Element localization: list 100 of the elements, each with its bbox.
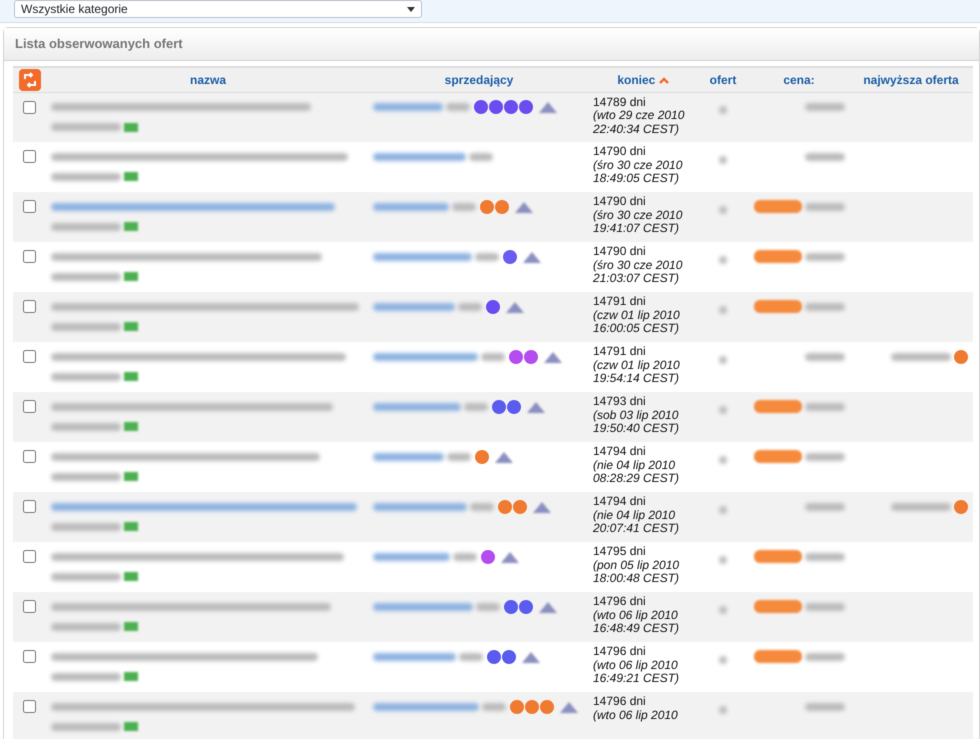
blurred-text [51,622,121,631]
blurred-text [453,552,478,561]
end-date: (czw 01 lip 2010 [593,358,681,372]
user-icon [520,650,542,664]
end-date: (wto 06 lip 2010 [593,608,679,622]
blurred-text [890,352,951,361]
time-left: 14796 dni [593,594,646,608]
end-date: (wto 29 cze 2010 [593,109,686,122]
time-left: 14789 dni [593,94,646,108]
shipping-icon [124,572,138,582]
end-date: (nie 04 lip 2010 [593,508,676,522]
column-header[interactable]: nazwa [190,72,226,86]
blurred-text [805,602,845,611]
blurred-text [805,652,845,661]
end-date: (sob 03 lip 2010 [593,408,680,422]
blurred-text [373,452,444,461]
row-checkbox[interactable] [23,150,36,163]
refresh-icon[interactable] [19,68,41,90]
blurred-text [476,602,500,611]
shipping-icon [124,372,138,382]
blurred-text [805,702,845,711]
end-date: (wto 06 lip 2010 [593,708,679,722]
user-icon [493,450,516,464]
blurred-text [51,722,121,731]
end-time: 16:48:49 CEST) [593,622,680,636]
category-select[interactable]: Wszystkie kategorie [14,0,422,18]
blurred-text [719,706,727,714]
shipping-icon [124,522,138,532]
user-icon [499,550,522,564]
time-left: 14790 dni [593,144,646,158]
time-left: 14791 dni [593,294,646,308]
column-header[interactable]: cena: [783,72,815,86]
blurred-text [51,222,121,231]
blurred-text [51,572,121,581]
dropdown-caret-icon [407,6,415,12]
blurred-text [805,552,845,561]
blurred-text [805,202,845,211]
row-checkbox[interactable] [23,400,36,413]
blurred-text [469,152,494,161]
row-checkbox[interactable] [23,250,36,263]
row-checkbox[interactable] [23,450,36,463]
shipping-icon [124,622,138,632]
time-left: 14796 dni [593,694,646,708]
blurred-text [719,606,727,614]
blurred-text [719,156,727,164]
user-icon [542,350,564,364]
blurred-text [805,252,845,261]
user-icon [525,400,548,414]
shipping-icon [124,272,138,282]
blurred-text [482,702,506,711]
row-checkbox[interactable] [23,200,36,213]
blurred-text [719,256,727,264]
blurred-text [805,402,845,411]
blurred-text [805,502,845,511]
blurred-text [719,356,727,364]
blurred-text [481,352,506,361]
user-icon [521,250,544,264]
blurred-text [890,502,951,511]
blurred-text [51,172,121,181]
blurred-text [447,452,472,461]
end-date: (nie 04 lip 2010 [593,458,676,472]
row-checkbox[interactable] [23,100,36,114]
column-header[interactable]: koniec [617,72,656,86]
row-checkbox[interactable] [23,650,36,663]
shipping-icon [124,172,138,182]
row-checkbox[interactable] [23,550,36,563]
user-icon [504,300,526,314]
time-left: 14790 dni [593,194,646,208]
blurred-text [470,502,494,511]
end-time: 19:54:14 CEST) [593,372,680,386]
column-header[interactable]: sprzedający [444,72,514,86]
blurred-text [805,103,845,112]
blurred-text [719,456,727,464]
row-checkbox[interactable] [23,300,36,313]
blurred-text [719,656,727,664]
blurred-text [51,672,121,681]
end-time: 20:07:41 CEST) [593,522,680,536]
row-checkbox[interactable] [23,700,36,713]
end-time: 08:28:29 CEST) [593,472,680,486]
time-left: 14794 dni [593,444,646,458]
blurred-text [719,206,727,214]
row-checkbox[interactable] [23,600,36,613]
row-checkbox[interactable] [23,350,36,363]
blurred-text [51,123,121,132]
end-date: (śro 30 cze 2010 [593,158,684,172]
row-checkbox[interactable] [23,500,36,513]
time-left: 14795 dni [593,544,646,558]
blurred-text [51,272,121,281]
blurred-text [51,322,121,331]
shipping-icon [124,122,138,132]
shipping-icon [124,472,138,482]
panel-title: Lista obserwowanych ofert [4,28,979,60]
blurred-text [805,352,845,361]
end-time: 19:50:40 CEST) [593,422,680,436]
blurred-text [51,522,121,531]
time-left: 14790 dni [593,244,646,258]
end-time: 18:49:05 CEST) [593,172,680,186]
user-icon [537,600,560,614]
user-icon [558,700,580,714]
blurred-text [458,302,482,311]
